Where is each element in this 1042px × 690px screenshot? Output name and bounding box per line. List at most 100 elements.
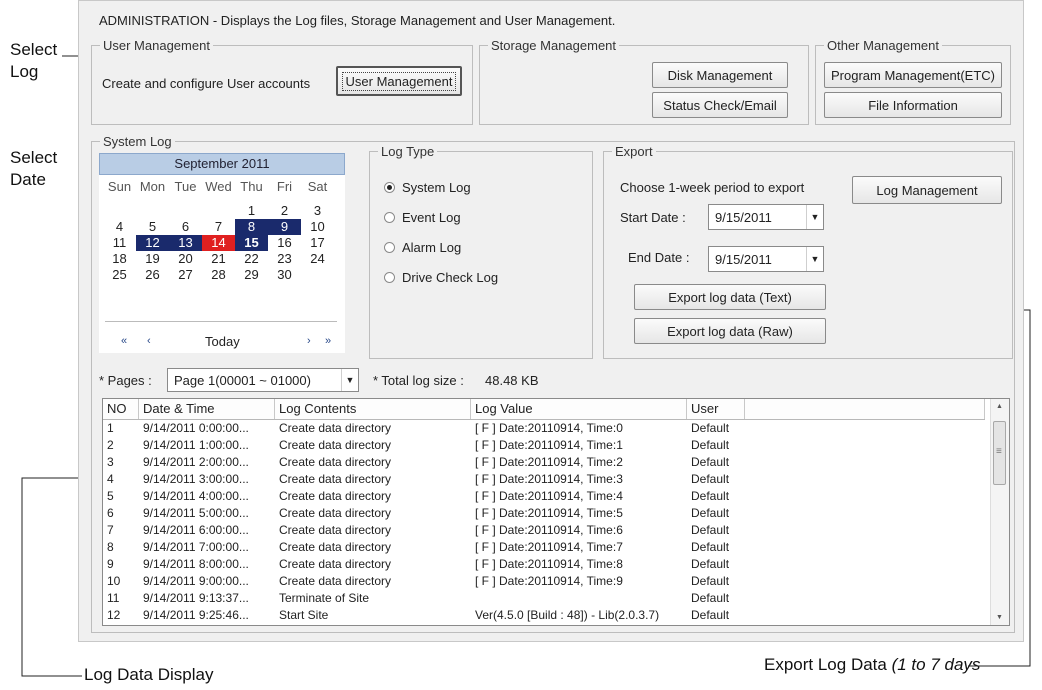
table-cell: 5	[107, 489, 114, 503]
radio-circle[interactable]	[384, 272, 395, 283]
table-row[interactable]: 1 9/14/2011 0:00:00... Create data directo…	[103, 420, 745, 437]
calendar-day[interactable]: 21	[202, 251, 235, 267]
column-header[interactable]	[745, 399, 985, 419]
calendar-day[interactable]: 4	[103, 219, 136, 235]
table-row[interactable]: 9 9/14/2011 8:00:00... Create data directo…	[103, 556, 745, 573]
start-date-dropdown-icon[interactable]: ▼	[806, 205, 823, 229]
log-type-radio[interactable]: System Log	[384, 180, 471, 195]
scroll-down-icon[interactable]: ▼	[996, 614, 1003, 621]
calendar-day[interactable]: 14	[202, 235, 235, 251]
radio-circle[interactable]	[384, 182, 395, 193]
table-header: NO Date & Time Log Contents Log Value User	[103, 399, 985, 420]
calendar-day[interactable]: 30	[268, 267, 301, 283]
scroll-up-icon[interactable]: ▲	[996, 403, 1003, 410]
calendar-day[interactable]: 26	[136, 267, 169, 283]
calendar-day[interactable]: 25	[103, 267, 136, 283]
end-date-dropdown-icon[interactable]: ▼	[806, 247, 823, 271]
table-row[interactable]: 10 9/14/2011 9:00:00... Create data direct…	[103, 573, 745, 590]
calendar-day-name: Wed	[205, 179, 232, 194]
table-scrollbar[interactable]: ▲ ≡ ▼	[990, 399, 1009, 625]
calendar-day[interactable]: 24	[301, 251, 334, 267]
table-row[interactable]: 2 9/14/2011 1:00:00... Create data directo…	[103, 437, 745, 454]
program-management-button[interactable]: Program Management(ETC)	[824, 62, 1002, 88]
user-management-button[interactable]: User Management	[336, 66, 462, 96]
calendar-day[interactable]: 17	[301, 235, 334, 251]
calendar-day[interactable]: 13	[169, 235, 202, 251]
file-information-button[interactable]: File Information	[824, 92, 1002, 118]
start-date-picker[interactable]: 9/15/2011 ▼	[708, 204, 824, 230]
table-row[interactable]: 6 9/14/2011 5:00:00... Create data directo…	[103, 505, 745, 522]
log-management-button[interactable]: Log Management	[852, 176, 1002, 204]
table-row[interactable]: 11 9/14/2011 9:13:37... Terminate of Site D…	[103, 590, 745, 607]
export-log-text-button[interactable]: Export log data (Text)	[634, 284, 826, 310]
calendar-day[interactable]: 2	[268, 203, 301, 219]
pages-select-value: Page 1(00001 ~ 01000)	[174, 372, 311, 388]
calendar-day[interactable]: 16	[268, 235, 301, 251]
window-description: ADMINISTRATION - Displays the Log files,…	[99, 13, 616, 28]
table-cell: 8	[107, 540, 114, 554]
calendar-day[interactable]: 3	[301, 203, 334, 219]
calendar-day[interactable]: 18	[103, 251, 136, 267]
end-date-picker[interactable]: 9/15/2011 ▼	[708, 246, 824, 272]
column-header[interactable]: Date & Time	[139, 399, 275, 419]
table-row[interactable]: 7 9/14/2011 6:00:00... Create data directo…	[103, 522, 745, 539]
calendar-first-icon[interactable]: «	[121, 335, 127, 347]
total-log-size-label: * Total log size :	[373, 373, 464, 388]
calendar-day[interactable]: 7	[202, 219, 235, 235]
radio-circle[interactable]	[384, 242, 395, 253]
calendar-day[interactable]: 15	[235, 235, 268, 251]
table-row[interactable]: 8 9/14/2011 7:00:00... Create data directo…	[103, 539, 745, 556]
export-log-raw-button[interactable]: Export log data (Raw)	[634, 318, 826, 344]
calendar-day[interactable]: 8	[235, 219, 268, 235]
log-data-table[interactable]: NO Date & Time Log Contents Log Value User 1…	[102, 398, 1010, 626]
user-management-button-label: User Management	[341, 71, 457, 91]
radio-circle[interactable]	[384, 212, 395, 223]
date-calendar[interactable]: September 2011 Sun Mon Tue Wed Thu Fri Sat 123…	[99, 153, 345, 353]
calendar-day[interactable]: 1	[235, 203, 268, 219]
table-cell: Create data directory	[279, 574, 392, 588]
status-check-email-button[interactable]: Status Check/Email	[652, 92, 788, 118]
column-header[interactable]: Log Value	[471, 399, 687, 419]
calendar-day[interactable]: 23	[268, 251, 301, 267]
calendar-empty-cell	[136, 203, 169, 219]
pages-select[interactable]: Page 1(00001 ~ 01000) ▼	[167, 368, 359, 392]
export-group: Export Choose 1-week period to export St…	[603, 144, 1013, 359]
disk-management-button[interactable]: Disk Management	[652, 62, 788, 88]
table-cell: 9/14/2011 5:00:00...	[143, 506, 249, 520]
pages-dropdown-icon[interactable]: ▼	[341, 369, 358, 391]
calendar-day[interactable]: 20	[169, 251, 202, 267]
calendar-day[interactable]: 11	[103, 235, 136, 251]
scroll-thumb[interactable]: ≡	[993, 421, 1006, 485]
table-cell: [ F ] Date:20110914, Time:2	[475, 455, 623, 469]
calendar-day-name: Sat	[307, 179, 328, 194]
table-cell: 9/14/2011 8:00:00...	[143, 557, 249, 571]
calendar-day[interactable]: 12	[136, 235, 169, 251]
calendar-day[interactable]: 28	[202, 267, 235, 283]
calendar-day[interactable]: 6	[169, 219, 202, 235]
log-type-radio[interactable]: Event Log	[384, 210, 461, 225]
table-row[interactable]: 12 9/14/2011 9:25:46... Start Site Ver(4.5.…	[103, 607, 745, 624]
calendar-day[interactable]: 10	[301, 219, 334, 235]
calendar-month-header: September 2011	[99, 153, 345, 175]
calendar-day[interactable]: 5	[136, 219, 169, 235]
log-type-radio[interactable]: Drive Check Log	[384, 270, 498, 285]
table-cell: Default	[691, 591, 730, 605]
calendar-day[interactable]: 19	[136, 251, 169, 267]
column-header[interactable]: Log Contents	[275, 399, 471, 419]
calendar-day[interactable]: 9	[268, 219, 301, 235]
calendar-day-names: Sun Mon Tue Wed Thu Fri Sat	[103, 179, 343, 195]
calendar-next-icon[interactable]: ›	[307, 335, 311, 347]
table-row[interactable]: 5 9/14/2011 4:00:00... Create data directo…	[103, 488, 745, 505]
table-row[interactable]: 3 9/14/2011 2:00:00... Create data directo…	[103, 454, 745, 471]
calendar-prev-icon[interactable]: ‹	[147, 335, 151, 347]
table-cell: 3	[107, 455, 114, 469]
table-row[interactable]: 4 9/14/2011 3:00:00... Create data directo…	[103, 471, 745, 488]
column-header[interactable]: NO	[103, 399, 139, 419]
calendar-last-icon[interactable]: »	[325, 335, 331, 347]
calendar-today-link[interactable]: Today	[205, 334, 240, 349]
column-header[interactable]: User	[687, 399, 745, 419]
log-type-radio[interactable]: Alarm Log	[384, 240, 461, 255]
calendar-day[interactable]: 27	[169, 267, 202, 283]
calendar-day[interactable]: 22	[235, 251, 268, 267]
calendar-day[interactable]: 29	[235, 267, 268, 283]
